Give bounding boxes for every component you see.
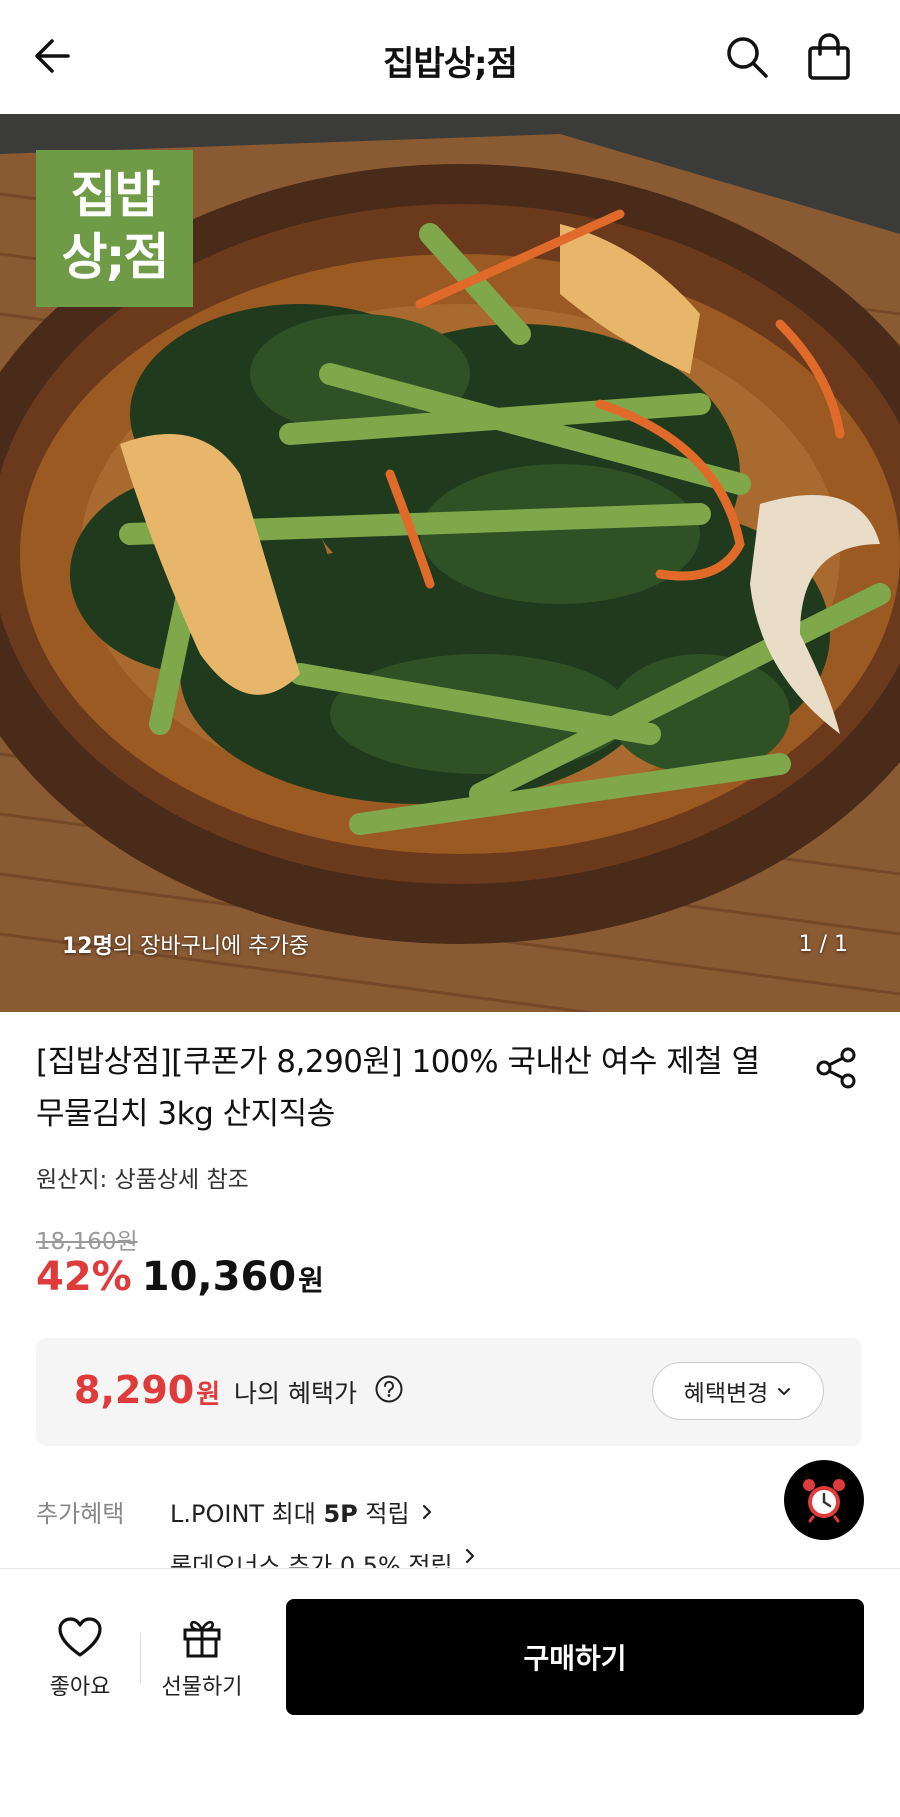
- top-app-bar: 집밥상;점: [0, 0, 900, 114]
- lotte-owners-benefit-link[interactable]: 롯데오너스 추가 0.5% 적립: [170, 1546, 477, 1568]
- image-counter: 1 / 1: [798, 932, 848, 957]
- origin-info: 원산지: 상품상세 참조: [36, 1167, 249, 1193]
- alarm-clock-button[interactable]: [784, 1460, 864, 1540]
- sale-price: 10,360: [141, 1254, 297, 1300]
- lpoint-benefit-post: 적립: [357, 1500, 410, 1528]
- alarm-clock-icon: [803, 1479, 845, 1523]
- product-title: [집밥상점][쿠폰가 8,290원] 100% 국내산 여수 제철 열무물김치 …: [36, 1044, 760, 1132]
- benefit-label: 나의 혜택가: [234, 1379, 357, 1408]
- search-icon[interactable]: [722, 32, 772, 82]
- benefit-price-unit: 원: [196, 1380, 221, 1410]
- lpoint-benefit-link[interactable]: L.POINT 최대 5P 적립: [170, 1494, 434, 1529]
- lpoint-benefit-pre: L.POINT 최대: [170, 1500, 324, 1528]
- buy-button[interactable]: 구매하기: [286, 1599, 864, 1715]
- lpoint-benefit-text: L.POINT 최대 5P 적립: [170, 1494, 410, 1529]
- cart-activity-note: 12명의 장바구니에 추가중: [62, 928, 309, 960]
- help-icon[interactable]: [374, 1374, 404, 1404]
- divider: [140, 1633, 141, 1683]
- brand-logo-line1: 집밥: [70, 166, 161, 224]
- lotte-owners-benefit-text: 롯데오너스 추가 0.5% 적립: [170, 1552, 453, 1568]
- my-benefit-price-box: 8,290원 나의 혜택가 혜택변경: [36, 1338, 862, 1446]
- change-benefit-button[interactable]: 혜택변경: [652, 1362, 824, 1420]
- like-button[interactable]: 좋아요: [30, 1615, 130, 1711]
- sale-price-unit: 원: [298, 1264, 324, 1297]
- chevron-right-icon: [465, 1548, 474, 1564]
- share-icon[interactable]: [812, 1044, 860, 1092]
- benefit-price: 8,290원: [74, 1368, 220, 1412]
- gift-label: 선물하기: [161, 1675, 243, 1700]
- gift-icon: [183, 1620, 221, 1658]
- product-image-carousel[interactable]: 집밥 상;점 12명의 장바구니에 추가중 1 / 1: [0, 114, 900, 1012]
- change-benefit-label: 혜택변경: [683, 1381, 769, 1407]
- chevron-right-icon: [422, 1504, 431, 1519]
- extra-benefit-label: 추가혜택: [36, 1500, 125, 1528]
- gift-button[interactable]: 선물하기: [150, 1615, 254, 1711]
- like-label: 좋아요: [49, 1675, 111, 1700]
- lpoint-benefit-points: 5P: [323, 1500, 358, 1528]
- bottom-action-bar: 좋아요 선물하기 구매하기: [0, 1568, 900, 1817]
- brand-logo-line2: 상;점: [61, 228, 170, 286]
- price-row: 42% 10,360 원: [36, 1254, 324, 1314]
- chevron-down-icon: [778, 1388, 791, 1395]
- discount-rate: 42%: [36, 1254, 132, 1300]
- brand-logo: 집밥 상;점: [36, 150, 193, 307]
- cart-text: 의 장바구니에 추가중: [112, 934, 310, 959]
- cart-count: 12명: [62, 934, 113, 959]
- original-price: 18,160원: [36, 1229, 138, 1255]
- benefit-price-value: 8,290: [74, 1368, 195, 1412]
- heart-icon: [58, 1617, 102, 1657]
- shopping-bag-icon[interactable]: [802, 30, 856, 84]
